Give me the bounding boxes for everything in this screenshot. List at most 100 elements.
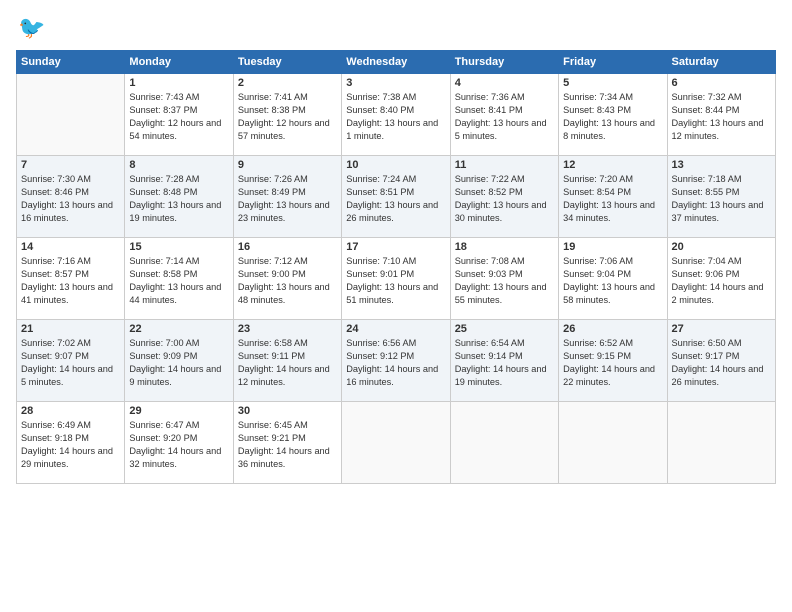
day-info: Sunrise: 7:34 AM Sunset: 8:43 PM Dayligh… bbox=[563, 91, 662, 143]
day-info: Sunrise: 7:02 AM Sunset: 9:07 PM Dayligh… bbox=[21, 337, 120, 389]
day-info: Sunrise: 7:16 AM Sunset: 8:57 PM Dayligh… bbox=[21, 255, 120, 307]
page: 🐦 SundayMondayTuesdayWednesdayThursdayFr… bbox=[0, 0, 792, 612]
calendar-cell bbox=[342, 402, 450, 484]
day-info: Sunrise: 7:00 AM Sunset: 9:09 PM Dayligh… bbox=[129, 337, 228, 389]
week-row-5: 28Sunrise: 6:49 AM Sunset: 9:18 PM Dayli… bbox=[17, 402, 776, 484]
day-info: Sunrise: 7:36 AM Sunset: 8:41 PM Dayligh… bbox=[455, 91, 554, 143]
day-number: 8 bbox=[129, 159, 228, 171]
day-info: Sunrise: 7:04 AM Sunset: 9:06 PM Dayligh… bbox=[672, 255, 771, 307]
calendar-cell: 10 Sunrise: 7:24 AM Sunset: 8:51 PM Dayli… bbox=[342, 156, 450, 238]
calendar-cell: 13Sunrise: 7:18 AM Sunset: 8:55 PM Dayli… bbox=[667, 156, 775, 238]
day-info: Sunrise: 6:56 AM Sunset: 9:12 PM Dayligh… bbox=[346, 337, 445, 389]
day-number: 12 bbox=[563, 159, 662, 171]
day-info: Sunrise: 7:30 AM Sunset: 8:46 PM Dayligh… bbox=[21, 173, 120, 225]
calendar-cell: 12 Sunrise: 7:20 AM Sunset: 8:54 PM Dayli… bbox=[559, 156, 667, 238]
weekday-header-sunday: Sunday bbox=[17, 51, 125, 74]
day-info: Sunrise: 6:50 AM Sunset: 9:17 PM Dayligh… bbox=[672, 337, 771, 389]
day-number: 24 bbox=[346, 323, 445, 335]
day-info: Sunrise: 7:14 AM Sunset: 8:58 PM Dayligh… bbox=[129, 255, 228, 307]
day-info: Sunrise: 7:24 AM Sunset: 8:51 PM Dayligh… bbox=[346, 173, 445, 225]
day-number: 20 bbox=[672, 241, 771, 253]
weekday-header-row: SundayMondayTuesdayWednesdayThursdayFrid… bbox=[17, 51, 776, 74]
calendar-cell bbox=[17, 74, 125, 156]
day-info: Sunrise: 7:38 AM Sunset: 8:40 PM Dayligh… bbox=[346, 91, 445, 143]
day-info: Sunrise: 6:54 AM Sunset: 9:14 PM Dayligh… bbox=[455, 337, 554, 389]
day-info: Sunrise: 7:41 AM Sunset: 8:38 PM Dayligh… bbox=[238, 91, 337, 143]
day-number: 26 bbox=[563, 323, 662, 335]
day-info: Sunrise: 7:18 AM Sunset: 8:55 PM Dayligh… bbox=[672, 173, 771, 225]
calendar-cell: 22 Sunrise: 7:00 AM Sunset: 9:09 PM Dayli… bbox=[125, 320, 233, 402]
day-number: 10 bbox=[346, 159, 445, 171]
day-number: 18 bbox=[455, 241, 554, 253]
day-number: 6 bbox=[672, 77, 771, 89]
calendar-cell: 25 Sunrise: 6:54 AM Sunset: 9:14 PM Dayli… bbox=[450, 320, 558, 402]
day-number: 3 bbox=[346, 77, 445, 89]
calendar-cell: 6 Sunrise: 7:32 AM Sunset: 8:44 PM Daylig… bbox=[667, 74, 775, 156]
weekday-header-thursday: Thursday bbox=[450, 51, 558, 74]
calendar-cell bbox=[667, 402, 775, 484]
day-number: 16 bbox=[238, 241, 337, 253]
calendar-cell: 14 Sunrise: 7:16 AM Sunset: 8:57 PM Dayli… bbox=[17, 238, 125, 320]
day-info: Sunrise: 7:20 AM Sunset: 8:54 PM Dayligh… bbox=[563, 173, 662, 225]
day-number: 9 bbox=[238, 159, 337, 171]
day-number: 14 bbox=[21, 241, 120, 253]
day-number: 2 bbox=[238, 77, 337, 89]
logo-bird-icon: 🐦 bbox=[18, 16, 45, 40]
day-number: 5 bbox=[563, 77, 662, 89]
day-info: Sunrise: 7:26 AM Sunset: 8:49 PM Dayligh… bbox=[238, 173, 337, 225]
week-row-1: 1Sunrise: 7:43 AM Sunset: 8:37 PM Daylig… bbox=[17, 74, 776, 156]
calendar-cell: 3 Sunrise: 7:38 AM Sunset: 8:40 PM Daylig… bbox=[342, 74, 450, 156]
day-number: 15 bbox=[129, 241, 228, 253]
calendar-cell: 17 Sunrise: 7:10 AM Sunset: 9:01 PM Dayli… bbox=[342, 238, 450, 320]
week-row-4: 21 Sunrise: 7:02 AM Sunset: 9:07 PM Dayli… bbox=[17, 320, 776, 402]
calendar-cell: 8 Sunrise: 7:28 AM Sunset: 8:48 PM Daylig… bbox=[125, 156, 233, 238]
day-number: 19 bbox=[563, 241, 662, 253]
calendar-cell: 26 Sunrise: 6:52 AM Sunset: 9:15 PM Dayli… bbox=[559, 320, 667, 402]
day-number: 25 bbox=[455, 323, 554, 335]
day-number: 29 bbox=[129, 405, 228, 417]
calendar-cell: 24 Sunrise: 6:56 AM Sunset: 9:12 PM Dayli… bbox=[342, 320, 450, 402]
day-info: Sunrise: 7:22 AM Sunset: 8:52 PM Dayligh… bbox=[455, 173, 554, 225]
weekday-header-saturday: Saturday bbox=[667, 51, 775, 74]
calendar-cell: 9 Sunrise: 7:26 AM Sunset: 8:49 PM Daylig… bbox=[233, 156, 341, 238]
weekday-header-friday: Friday bbox=[559, 51, 667, 74]
day-number: 28 bbox=[21, 405, 120, 417]
day-number: 7 bbox=[21, 159, 120, 171]
calendar-cell: 19Sunrise: 7:06 AM Sunset: 9:04 PM Dayli… bbox=[559, 238, 667, 320]
day-number: 21 bbox=[21, 323, 120, 335]
day-info: Sunrise: 6:47 AM Sunset: 9:20 PM Dayligh… bbox=[129, 419, 228, 471]
day-info: Sunrise: 7:10 AM Sunset: 9:01 PM Dayligh… bbox=[346, 255, 445, 307]
day-number: 27 bbox=[672, 323, 771, 335]
calendar-cell: 20 Sunrise: 7:04 AM Sunset: 9:06 PM Dayli… bbox=[667, 238, 775, 320]
day-number: 4 bbox=[455, 77, 554, 89]
day-number: 23 bbox=[238, 323, 337, 335]
day-info: Sunrise: 7:08 AM Sunset: 9:03 PM Dayligh… bbox=[455, 255, 554, 307]
week-row-3: 14 Sunrise: 7:16 AM Sunset: 8:57 PM Dayli… bbox=[17, 238, 776, 320]
day-info: Sunrise: 7:28 AM Sunset: 8:48 PM Dayligh… bbox=[129, 173, 228, 225]
day-info: Sunrise: 7:32 AM Sunset: 8:44 PM Dayligh… bbox=[672, 91, 771, 143]
weekday-header-wednesday: Wednesday bbox=[342, 51, 450, 74]
weekday-header-monday: Monday bbox=[125, 51, 233, 74]
calendar-cell: 18 Sunrise: 7:08 AM Sunset: 9:03 PM Dayli… bbox=[450, 238, 558, 320]
day-number: 17 bbox=[346, 241, 445, 253]
calendar-cell: 27 Sunrise: 6:50 AM Sunset: 9:17 PM Dayli… bbox=[667, 320, 775, 402]
calendar-cell: 21 Sunrise: 7:02 AM Sunset: 9:07 PM Dayli… bbox=[17, 320, 125, 402]
calendar-cell: 1Sunrise: 7:43 AM Sunset: 8:37 PM Daylig… bbox=[125, 74, 233, 156]
calendar-cell: 5 Sunrise: 7:34 AM Sunset: 8:43 PM Daylig… bbox=[559, 74, 667, 156]
day-info: Sunrise: 7:43 AM Sunset: 8:37 PM Dayligh… bbox=[129, 91, 228, 143]
day-info: Sunrise: 6:52 AM Sunset: 9:15 PM Dayligh… bbox=[563, 337, 662, 389]
calendar-cell: 16Sunrise: 7:12 AM Sunset: 9:00 PM Dayli… bbox=[233, 238, 341, 320]
header: 🐦 bbox=[16, 16, 776, 40]
calendar-cell: 7 Sunrise: 7:30 AM Sunset: 8:46 PM Daylig… bbox=[17, 156, 125, 238]
calendar-table: SundayMondayTuesdayWednesdayThursdayFrid… bbox=[16, 50, 776, 484]
day-number: 22 bbox=[129, 323, 228, 335]
week-row-2: 7 Sunrise: 7:30 AM Sunset: 8:46 PM Daylig… bbox=[17, 156, 776, 238]
day-info: Sunrise: 6:45 AM Sunset: 9:21 PM Dayligh… bbox=[238, 419, 337, 471]
weekday-header-tuesday: Tuesday bbox=[233, 51, 341, 74]
calendar-cell: 2 Sunrise: 7:41 AM Sunset: 8:38 PM Daylig… bbox=[233, 74, 341, 156]
calendar-cell bbox=[450, 402, 558, 484]
calendar-cell: 29 Sunrise: 6:47 AM Sunset: 9:20 PM Dayli… bbox=[125, 402, 233, 484]
logo: 🐦 bbox=[16, 16, 45, 40]
calendar-cell: 30Sunrise: 6:45 AM Sunset: 9:21 PM Dayli… bbox=[233, 402, 341, 484]
calendar-cell: 15 Sunrise: 7:14 AM Sunset: 8:58 PM Dayli… bbox=[125, 238, 233, 320]
